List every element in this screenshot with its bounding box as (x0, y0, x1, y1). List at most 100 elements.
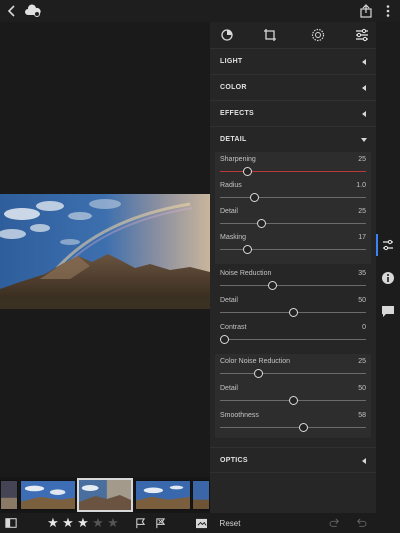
slider-noise-reduction[interactable]: Noise Reduction 35 (220, 270, 366, 296)
slider-label: Radius (220, 182, 242, 189)
slider-color-noise-detail[interactable]: Detail 50 (220, 385, 366, 411)
edit-icon[interactable] (354, 27, 370, 43)
slider-label: Detail (220, 385, 238, 392)
photo-preview-area[interactable] (0, 22, 210, 477)
slider-track[interactable] (220, 285, 366, 286)
chevron-down-icon (360, 136, 368, 144)
slider-value: 17 (358, 234, 366, 241)
compare-icon[interactable] (4, 515, 18, 531)
slider-label: Detail (220, 297, 238, 304)
filmstrip-thumb-selected[interactable] (77, 478, 133, 512)
slider-sharpening[interactable]: Sharpening 25 (220, 156, 366, 182)
slider-track[interactable] (220, 171, 366, 172)
slider-knob[interactable] (288, 308, 298, 317)
cloud-sync-icon[interactable] (24, 3, 42, 19)
chevron-left-icon (360, 457, 368, 465)
slider-track[interactable] (220, 339, 366, 340)
filmstrip-thumb[interactable] (20, 480, 76, 510)
section-detail[interactable]: DETAIL (210, 126, 376, 152)
slider-masking[interactable]: Masking 17 (220, 234, 366, 260)
crop-icon[interactable] (262, 27, 278, 43)
filmstrip-thumb[interactable] (0, 480, 18, 510)
pick-flag-icon[interactable] (134, 515, 146, 531)
slider-track[interactable] (220, 197, 366, 198)
edit-tool-strip (210, 22, 376, 48)
info-icon[interactable] (380, 270, 396, 286)
slider-knob[interactable] (254, 369, 264, 378)
filmstrip-thumb[interactable] (192, 480, 210, 510)
star-icon[interactable]: ★ (61, 515, 76, 531)
section-label: EFFECTS (220, 110, 254, 117)
slider-label: Noise Reduction (220, 270, 272, 277)
slider-value: 25 (358, 358, 366, 365)
section-color[interactable]: COLOR (210, 74, 376, 100)
slider-value: 35 (358, 270, 366, 277)
slider-track[interactable] (220, 373, 366, 374)
filmstrip-thumb[interactable] (135, 480, 191, 510)
chevron-left-icon (360, 84, 368, 92)
star-rating[interactable]: ★ ★ ★ ★ ★ (44, 515, 122, 531)
comment-icon[interactable] (380, 303, 396, 319)
presets-icon[interactable] (220, 27, 236, 43)
undo-icon[interactable] (354, 515, 368, 531)
slider-label: Color Noise Reduction (220, 358, 291, 365)
reset-button[interactable]: Reset (220, 515, 241, 531)
filmstrip-toggle-icon[interactable] (194, 515, 208, 531)
slider-value: 1.0 (356, 182, 366, 189)
adjustments-icon[interactable] (380, 237, 396, 253)
slider-noise-detail[interactable]: Detail 50 (220, 297, 366, 323)
slider-color-noise-reduction[interactable]: Color Noise Reduction 25 (220, 358, 366, 384)
section-label: OPTICS (220, 457, 248, 464)
star-icon[interactable]: ★ (91, 515, 106, 531)
back-chevron-icon[interactable] (4, 3, 20, 19)
color-noise-group: Color Noise Reduction 25 Detail 50 Smoot… (215, 354, 371, 438)
slider-value: 25 (358, 208, 366, 215)
star-icon[interactable]: ★ (46, 515, 61, 531)
slider-label: Detail (220, 208, 238, 215)
slider-track[interactable] (220, 427, 366, 428)
slider-sharpen-detail[interactable]: Detail 25 (220, 208, 366, 234)
bottom-bar: ★ ★ ★ ★ ★ Reset (0, 513, 400, 533)
section-label: DETAIL (220, 136, 247, 143)
edit-panel: LIGHT COLOR EFFECTS DETAIL Sharpening 25… (210, 48, 376, 513)
sharpening-group: Sharpening 25 Radius 1.0 Detail 25 Maski… (215, 152, 371, 264)
right-rail (376, 22, 400, 513)
star-icon[interactable]: ★ (106, 515, 121, 531)
photo-preview[interactable] (0, 194, 210, 309)
slider-knob[interactable] (256, 219, 266, 228)
active-indicator (376, 234, 378, 256)
slider-label: Sharpening (220, 156, 256, 163)
top-bar (0, 0, 400, 22)
chevron-left-icon (360, 110, 368, 118)
reject-flag-icon[interactable] (154, 515, 166, 531)
slider-knob[interactable] (243, 167, 253, 176)
section-label: COLOR (220, 84, 247, 91)
slider-knob[interactable] (299, 423, 309, 432)
slider-track[interactable] (220, 249, 366, 250)
slider-track[interactable] (220, 223, 366, 224)
chevron-left-icon (360, 58, 368, 66)
slider-knob[interactable] (250, 193, 260, 202)
section-light[interactable]: LIGHT (210, 48, 376, 74)
slider-knob[interactable] (220, 335, 229, 344)
more-icon[interactable] (380, 3, 396, 19)
share-icon[interactable] (358, 3, 374, 19)
redo-icon[interactable] (328, 515, 342, 531)
slider-value: 25 (358, 156, 366, 163)
filmstrip[interactable] (0, 477, 210, 513)
section-optics[interactable]: OPTICS (210, 447, 376, 473)
star-icon[interactable]: ★ (76, 515, 91, 531)
slider-noise-contrast[interactable]: Contrast 0 (220, 324, 366, 350)
slider-label: Masking (220, 234, 247, 241)
slider-knob[interactable] (288, 396, 298, 405)
slider-value: 50 (358, 297, 366, 304)
slider-value: 58 (358, 412, 366, 419)
slider-knob[interactable] (267, 281, 277, 290)
section-effects[interactable]: EFFECTS (210, 100, 376, 126)
slider-smoothness[interactable]: Smoothness 58 (220, 412, 366, 438)
slider-knob[interactable] (243, 245, 253, 254)
selective-icon[interactable] (310, 27, 326, 43)
slider-value: 50 (358, 385, 366, 392)
section-label: LIGHT (220, 58, 243, 65)
slider-radius[interactable]: Radius 1.0 (220, 182, 366, 208)
